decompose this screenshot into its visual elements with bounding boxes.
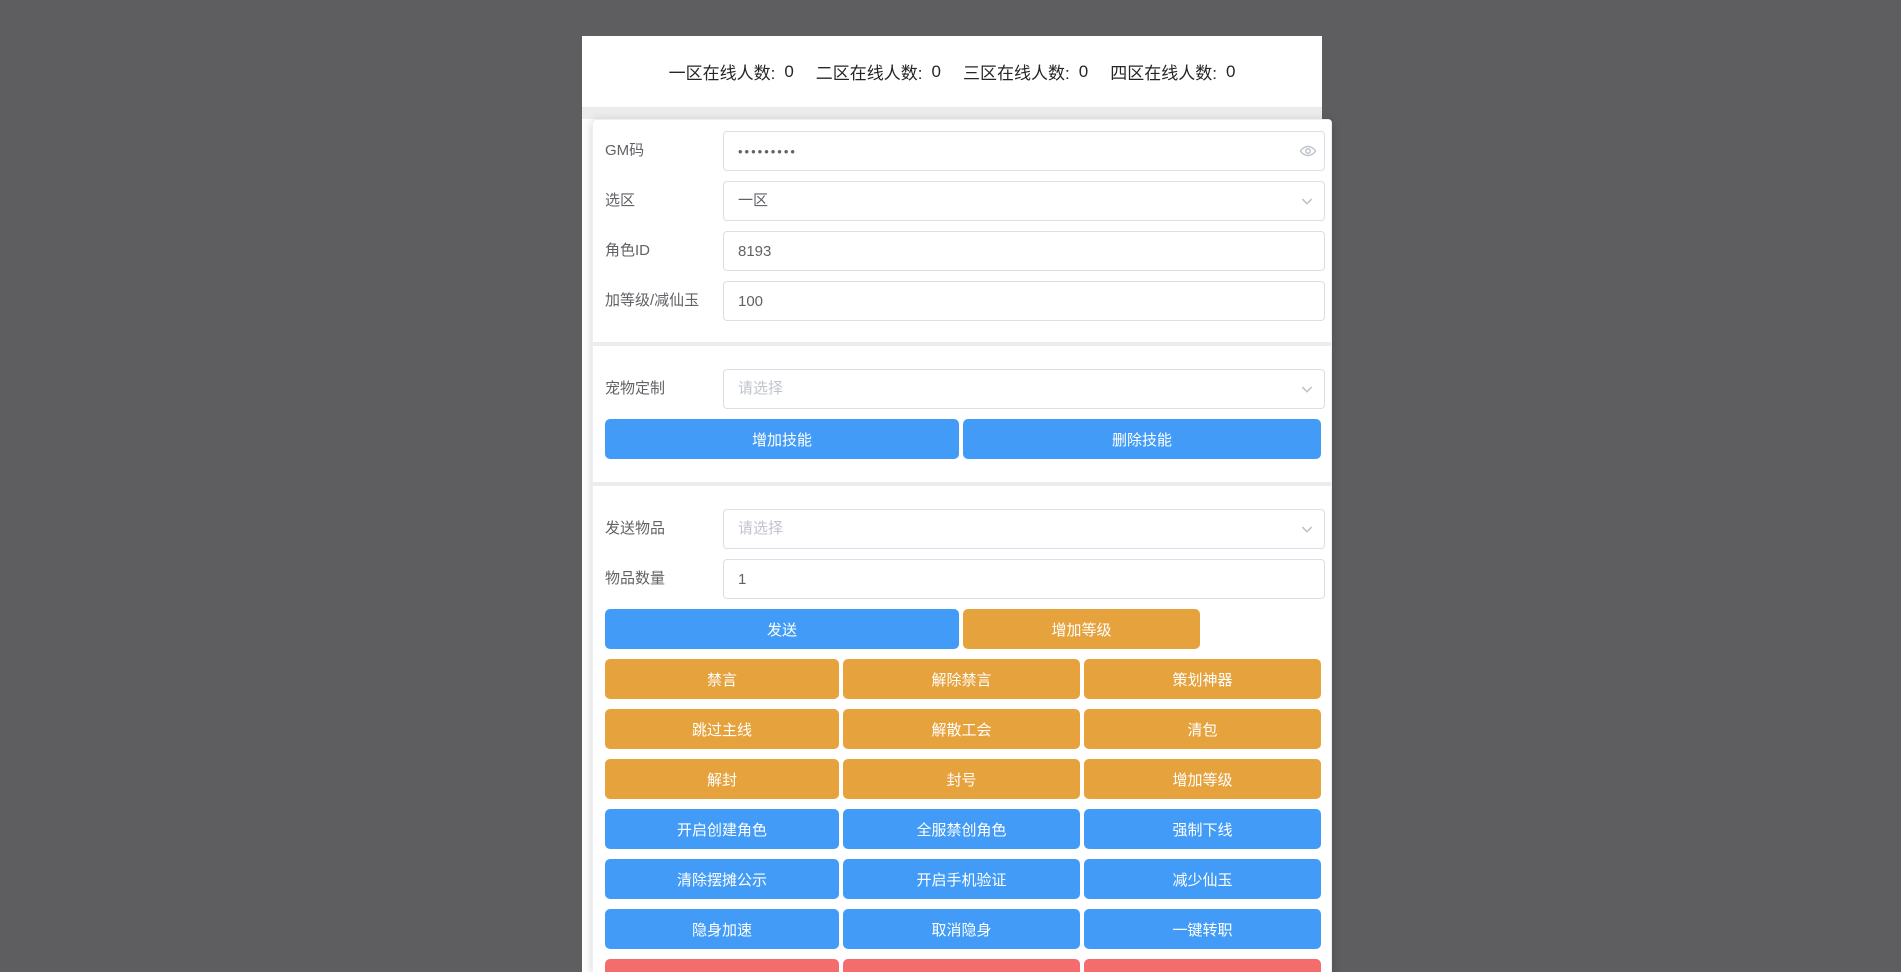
mute-button[interactable]: 禁言 [605, 659, 839, 699]
danger-button-3[interactable] [1084, 959, 1321, 972]
gm-form-card: GM码 选区 一区 角色ID 加等级/减仙玉 宠物定制 请选择 [592, 119, 1332, 972]
zone3-online-label: 三区在线人数: [963, 64, 1070, 83]
add-level-button[interactable]: 增加等级 [963, 609, 1200, 649]
enable-create-role-button[interactable]: 开启创建角色 [605, 809, 839, 849]
send-item-label: 发送物品 [605, 520, 666, 537]
level-jade-input[interactable] [723, 281, 1325, 321]
danger-button-1[interactable] [605, 959, 839, 972]
clear-bag-button[interactable]: 清包 [1084, 709, 1321, 749]
chevron-down-icon [1299, 193, 1317, 211]
zone4-online-stat: 四区在线人数: 0 [1110, 59, 1235, 84]
gm-code-input[interactable] [723, 131, 1325, 171]
zone2-online-label: 二区在线人数: [815, 64, 923, 83]
add-skill-button[interactable]: 增加技能 [605, 419, 959, 459]
zone4-online-count: 0 [1225, 61, 1236, 81]
zone-select[interactable]: 一区 [723, 181, 1325, 221]
zone1-online-count: 0 [784, 61, 794, 81]
zone-label: 选区 [605, 192, 636, 209]
zone2-online-stat: 二区在线人数: 0 [816, 59, 941, 84]
item-count-input[interactable] [723, 559, 1325, 599]
role-id-input[interactable] [723, 231, 1325, 271]
remove-skill-button[interactable]: 删除技能 [963, 419, 1321, 459]
item-count-label: 物品数量 [605, 570, 666, 587]
zone2-online-count: 0 [931, 61, 941, 81]
role-id-label: 角色ID [605, 242, 651, 259]
pet-custom-placeholder: 请选择 [738, 380, 784, 397]
send-item-placeholder: 请选择 [738, 520, 784, 537]
pet-custom-select[interactable]: 请选择 [723, 369, 1325, 409]
ban-button[interactable]: 封号 [843, 759, 1080, 799]
disband-guild-button[interactable]: 解散工会 [843, 709, 1080, 749]
zone3-online-count: 0 [1078, 61, 1089, 81]
gm-code-label: GM码 [605, 142, 645, 159]
unmute-button[interactable]: 解除禁言 [843, 659, 1080, 699]
header-divider [582, 107, 1322, 119]
chevron-down-icon [1299, 521, 1317, 539]
skip-mainline-button[interactable]: 跳过主线 [605, 709, 839, 749]
zone-select-value: 一区 [738, 192, 769, 209]
force-offline-button[interactable]: 强制下线 [1084, 809, 1321, 849]
eye-icon[interactable] [1299, 142, 1317, 160]
enable-phone-verify-button[interactable]: 开启手机验证 [843, 859, 1080, 899]
zone1-online-stat: 一区在线人数: 0 [669, 59, 794, 84]
page-background: 一区在线人数: 0 二区在线人数: 0 三区在线人数: 0 四区在线人数: 0 … [0, 0, 1901, 972]
chevron-down-icon [1299, 381, 1317, 399]
clear-stall-notice-button[interactable]: 清除摆摊公示 [605, 859, 839, 899]
add-level-2-button[interactable]: 增加等级 [1084, 759, 1321, 799]
reduce-jade-button[interactable]: 减少仙玉 [1084, 859, 1321, 899]
send-button[interactable]: 发送 [605, 609, 959, 649]
ban-create-role-all-button[interactable]: 全服禁创角色 [843, 809, 1080, 849]
danger-button-2[interactable] [843, 959, 1080, 972]
section-divider-2 [593, 482, 1331, 486]
pet-custom-label: 宠物定制 [605, 380, 666, 397]
cancel-stealth-button[interactable]: 取消隐身 [843, 909, 1080, 949]
stealth-speed-button[interactable]: 隐身加速 [605, 909, 839, 949]
one-key-job-change-button[interactable]: 一键转职 [1084, 909, 1321, 949]
unban-button[interactable]: 解封 [605, 759, 839, 799]
planner-tool-button[interactable]: 策划神器 [1084, 659, 1321, 699]
zone1-online-label: 一区在线人数: [668, 64, 776, 83]
online-stats-bar: 一区在线人数: 0 二区在线人数: 0 三区在线人数: 0 四区在线人数: 0 [582, 36, 1322, 107]
section-divider-1 [593, 342, 1331, 346]
level-jade-label: 加等级/减仙玉 [605, 292, 700, 309]
zone3-online-stat: 三区在线人数: 0 [963, 59, 1088, 84]
send-item-select[interactable]: 请选择 [723, 509, 1325, 549]
zone4-online-label: 四区在线人数: [1110, 64, 1217, 83]
